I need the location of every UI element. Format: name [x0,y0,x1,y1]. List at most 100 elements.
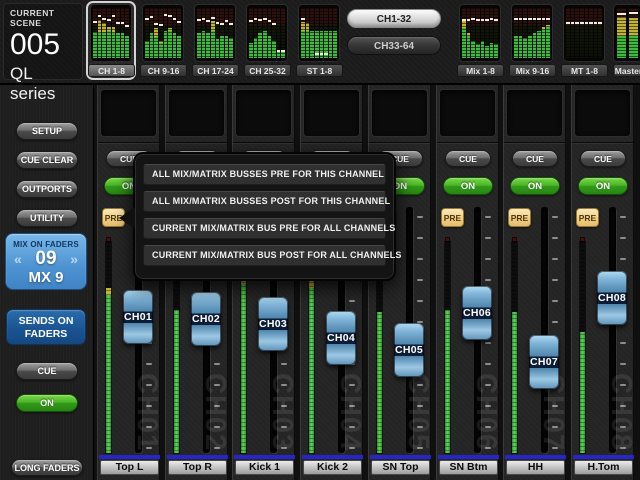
meter-bar [98,8,102,58]
meter-level-green [481,41,485,59]
channel-name[interactable]: HH [506,460,565,475]
popup-item-all-pre-this-channel[interactable]: ALL MIX/MATRIX BUSSES PRE FOR THIS CHANN… [143,164,386,185]
meter-level-green [249,43,253,58]
fader-scale-tick [485,216,491,218]
fader-knob-label: CH04 [326,332,356,344]
layer-button-ch1-32[interactable]: CH1-32 [347,9,441,28]
meter-bank-master[interactable]: Master [611,1,640,80]
channel-name[interactable]: Top R [168,460,227,475]
layer-button-ch33-64[interactable]: CH33-64 [347,36,441,55]
channel-cue-button[interactable]: CUE [580,150,626,167]
meter-bank-ch-17-24[interactable]: CH 17-24 [190,1,240,80]
meter-bar [310,8,314,58]
long-faders-button[interactable]: LONG FADERS [11,459,83,476]
fader-knob[interactable]: CH08 [597,271,627,325]
sidebar-on-button[interactable]: ON [16,394,78,412]
meter-level-green [102,32,106,58]
setup-button[interactable]: SETUP [16,122,78,140]
channel-processing-panel[interactable] [303,89,360,137]
channel-name[interactable]: SN Top [371,460,430,475]
channel-processing-panel[interactable] [506,89,563,137]
fader-scale-tick [281,363,287,365]
meter-level-green [206,33,210,58]
fader-scale-tick [552,216,558,218]
fader-knob[interactable]: CH07 [529,335,559,389]
meter-level-green [306,31,310,59]
meter-peak-hold [249,20,253,22]
fader-knob[interactable]: CH05 [394,323,424,377]
meter-bar [566,8,570,58]
meter-peak-hold [164,14,168,16]
channel-name[interactable]: SN Btm [439,460,498,475]
meter-peak-hold [154,23,158,25]
popup-item-current-pre-all-channels[interactable]: CURRENT MIX/MATRIX BUS PRE FOR ALL CHANN… [143,218,386,239]
pre-post-popup: ALL MIX/MATRIX BUSSES PRE FOR THIS CHANN… [133,152,396,281]
popup-callout-arrow-icon [119,207,135,229]
meter-level-green [216,39,220,58]
prev-mix-bus-arrow-icon[interactable]: « [14,249,22,269]
channel-id-ghost: CH06 [471,373,500,451]
channel-name[interactable]: Top L [100,460,159,475]
meter-peak-hold [281,50,285,52]
meter-bank-mt-1-8[interactable]: MT 1-8 [559,1,609,80]
sends-on-faders-button[interactable]: SENDS ON FADERS [6,309,86,345]
channel-processing-panel[interactable] [100,89,157,137]
meter-level-green [150,33,154,58]
mix-on-faders-panel[interactable]: MIX ON FADERS « 09 » MX 9 [5,233,87,290]
meter-peak-hold [125,25,129,27]
fader-knob[interactable]: CH06 [462,286,492,340]
meter-bank-st-1-8[interactable]: ST 1-8 [294,1,344,80]
scene-number[interactable]: 005 [10,29,82,61]
cue-clear-button[interactable]: CUE CLEAR [16,151,78,169]
meter-level-green [112,33,116,58]
channel-processing-panel[interactable] [235,89,292,137]
pre-indicator-button[interactable]: PRE [576,208,599,227]
channel-cue-button[interactable]: CUE [445,150,491,167]
meter-level-green [494,44,498,58]
fader-knob[interactable]: CH01 [123,290,153,344]
meter-bar [598,8,602,58]
channel-strip-ch08: CUEONPRECH08CH08H.Tom [571,85,634,480]
channel-on-button[interactable]: ON [578,177,628,195]
channel-processing-panel[interactable] [168,89,225,137]
channel-color-bar [505,455,566,459]
scene-panel[interactable]: CURRENT SCENE 005 QL series [3,3,83,80]
channel-name[interactable]: H.Tom [574,460,633,475]
meter-bank-mix-9-16[interactable]: Mix 9-16 [507,1,557,80]
meter-level-green [211,31,215,59]
meter-bank-ch-1-8[interactable]: CH 1-8 [86,1,136,80]
sidebar-cue-button[interactable]: CUE [16,362,78,380]
channel-name[interactable]: Kick 2 [303,460,362,475]
meter-bar [306,8,310,58]
meter-bank-ch-25-32[interactable]: CH 25-32 [242,1,292,80]
next-mix-bus-arrow-icon[interactable]: » [70,249,78,269]
fader-knob[interactable]: CH04 [326,311,356,365]
meter-bar [206,8,210,58]
meter-bank-display [298,4,340,62]
meter-level-green [263,31,267,59]
meter-bank-ch-9-16[interactable]: CH 9-16 [138,1,188,80]
channel-cue-button[interactable]: CUE [512,150,558,167]
fader-knob[interactable]: CH03 [258,297,288,351]
channel-name[interactable]: Kick 1 [235,460,294,475]
channel-on-button[interactable]: ON [443,177,493,195]
pre-indicator-button[interactable]: PRE [508,208,531,227]
channel-processing-panel[interactable] [574,89,631,137]
channel-processing-panel[interactable] [439,89,496,137]
channel-processing-panel[interactable] [371,89,428,137]
utility-button[interactable]: UTILITY [16,209,78,227]
meter-peak-hold [315,53,319,55]
meter-level-green [202,31,206,58]
popup-item-current-post-all-channels[interactable]: CURRENT MIX/MATRIX BUS POST FOR ALL CHAN… [143,245,386,266]
channel-on-button[interactable]: ON [510,177,560,195]
meter-bank-label: Mix 1-8 [457,64,504,77]
meter-bank-mix-1-8[interactable]: Mix 1-8 [455,1,505,80]
pre-indicator-button[interactable]: PRE [441,208,464,227]
meter-level-green [125,36,129,59]
meter-peak-hold [107,19,111,21]
outports-button[interactable]: OUTPORTS [16,180,78,198]
meter-peak-hold [324,53,328,55]
fader-knob[interactable]: CH02 [191,292,221,346]
popup-item-all-post-this-channel[interactable]: ALL MIX/MATRIX BUSSES POST FOR THIS CHAN… [143,191,386,212]
meter-bar [585,8,589,58]
